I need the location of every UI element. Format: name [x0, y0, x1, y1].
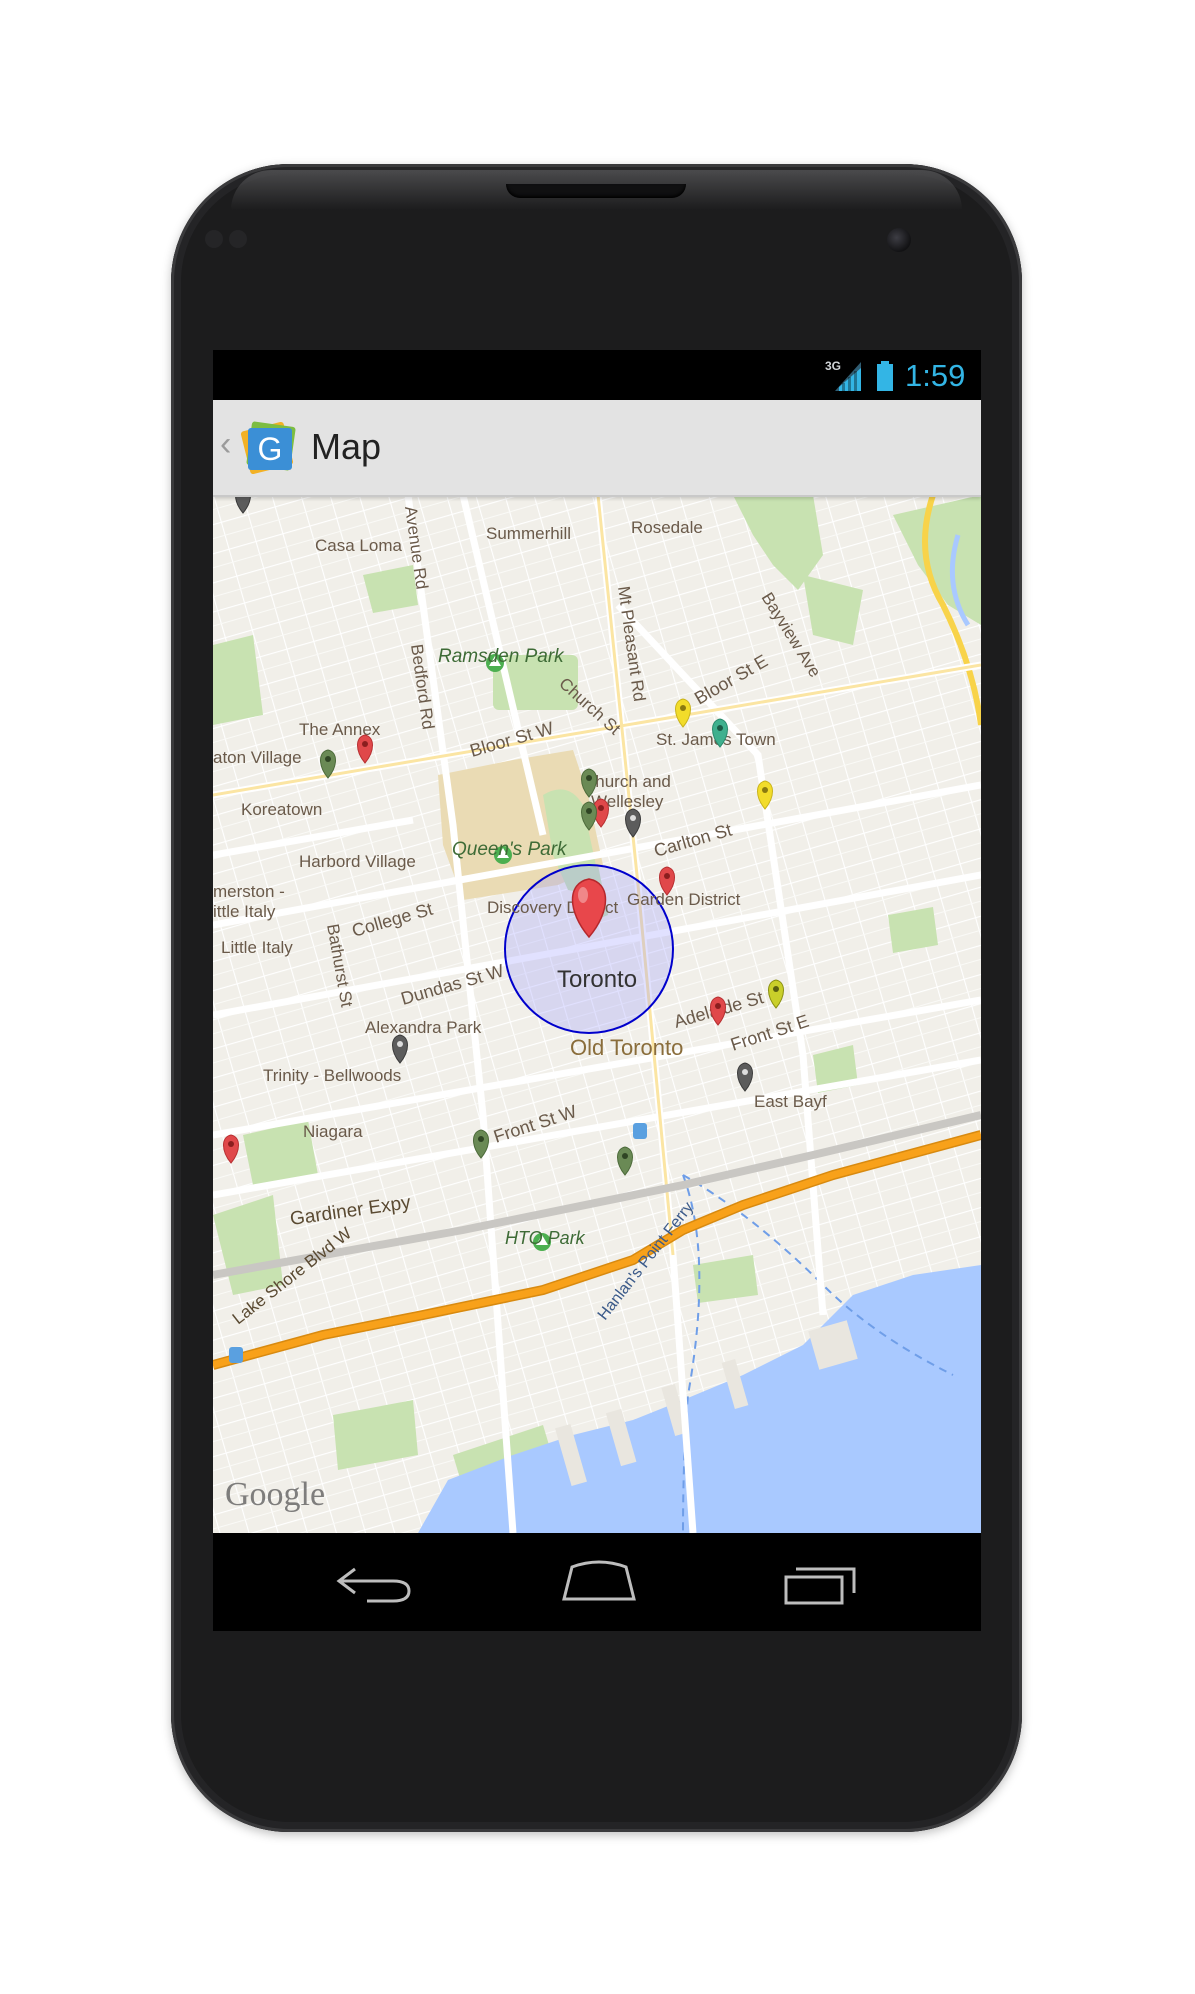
action-bar: ‹ G Map	[213, 400, 981, 497]
app-logo-icon[interactable]: G	[239, 416, 301, 478]
label-old-toronto: Old Toronto	[570, 1035, 683, 1060]
label-niagara: Niagara	[303, 1122, 363, 1141]
up-caret-icon[interactable]: ‹	[220, 427, 231, 461]
clock: 1:59	[905, 358, 966, 393]
map-view[interactable]: Casa Loma Summerhill Rosedale Avenue Rd …	[213, 495, 981, 1533]
label-koreatown: Koreatown	[241, 800, 322, 819]
recents-icon[interactable]	[778, 1559, 868, 1605]
signal-strength-icon	[835, 362, 861, 391]
proximity-sensor	[205, 230, 223, 248]
app-icon-letter: G	[258, 431, 283, 467]
google-logo: Google	[225, 1476, 325, 1513]
home-icon[interactable]	[554, 1559, 644, 1605]
label-toronto: Toronto	[557, 966, 637, 993]
label-queens-park: Queen's Park	[452, 839, 568, 860]
transit-station-icon	[633, 1123, 647, 1139]
status-bar: 3G 1:59	[213, 350, 981, 400]
light-sensor	[229, 230, 247, 248]
label-alexandra-park: Alexandra Park	[365, 1018, 482, 1037]
label-palmerston-2: ittle Italy	[213, 902, 276, 921]
label-trinity-bellwoods: Trinity - Bellwoods	[263, 1066, 401, 1085]
map-canvas[interactable]: Casa Loma Summerhill Rosedale Avenue Rd …	[213, 495, 981, 1533]
battery-icon	[877, 361, 893, 391]
label-summerhill: Summerhill	[486, 524, 571, 543]
page-title: Map	[311, 426, 382, 467]
transit-station-icon-2	[229, 1347, 243, 1363]
earpiece-speaker	[506, 184, 686, 198]
label-east-bayfront: East Bayf	[754, 1092, 827, 1111]
back-icon[interactable]	[331, 1559, 421, 1605]
label-casa-loma: Casa Loma	[315, 536, 402, 555]
label-rosedale: Rosedale	[631, 518, 703, 537]
screen: 3G 1:59 ‹ G Map Casa Loma Summerhill Ros…	[213, 350, 981, 1631]
front-camera	[887, 228, 911, 252]
label-seaton-village: aton Village	[213, 748, 302, 767]
label-garden-district: Garden District	[627, 890, 741, 909]
phone-frame: 3G 1:59 ‹ G Map Casa Loma Summerhill Ros…	[171, 164, 1022, 1832]
navigation-bar	[213, 1533, 981, 1631]
label-harbord-village: Harbord Village	[299, 852, 416, 871]
label-little-italy: Little Italy	[221, 938, 293, 957]
label-hto-park: HTO Park	[505, 1228, 586, 1248]
label-ramsden-park: Ramsden Park	[438, 646, 565, 667]
label-palmerston-1: merston -	[213, 882, 285, 901]
